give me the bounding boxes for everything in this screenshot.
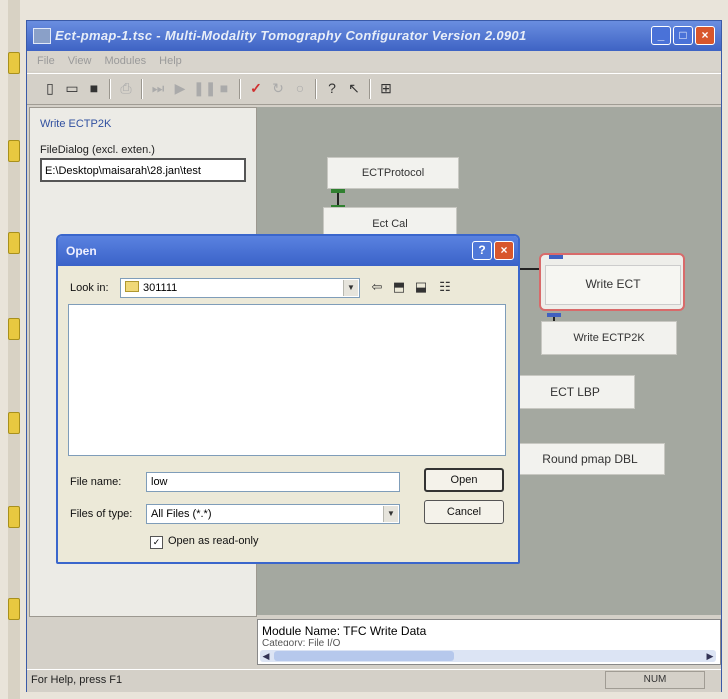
binder-ring [8,52,20,74]
minimize-button[interactable]: _ [651,26,671,45]
file-name-input[interactable]: low [146,472,400,492]
input-port[interactable] [549,255,563,259]
dialog-close-button[interactable]: × [494,241,514,260]
menu-help[interactable]: Help [159,55,182,67]
up-folder-icon[interactable]: ⬒ [390,278,408,296]
look-in-label: Look in: [70,282,109,294]
module-name-text: Module Name: TFC Write Data [262,624,427,638]
new-folder-icon[interactable]: ⬓ [412,278,430,296]
read-only-checkbox[interactable]: ✓ [150,536,163,549]
menu-file[interactable]: File [37,55,55,67]
module-round-pmap[interactable]: Round pmap DBL [515,443,665,475]
module-write-ectp2k[interactable]: Write ECTP2K [541,321,677,355]
menu-bar: File View Modules Help [27,51,721,71]
cancel-button[interactable]: Cancel [424,500,504,524]
print-icon[interactable]: ⎙ [117,79,135,97]
circle-icon[interactable]: ○ [291,79,309,97]
dialog-title-bar[interactable]: Open ? × [58,236,518,266]
folder-icon [125,281,139,292]
open-folder-icon[interactable]: ▭ [63,79,81,97]
menu-view[interactable]: View [68,55,92,67]
new-file-icon[interactable]: ▯ [41,79,59,97]
save-icon[interactable]: ■ [85,79,103,97]
module-write-ect-highlight[interactable]: Write ECT [539,253,685,311]
module-write-ect[interactable]: Write ECT [545,265,681,305]
play-icon[interactable]: ▶ [171,79,189,97]
module-info-box: Module Name: TFC Write Data Category: Fi… [257,619,721,665]
stop-icon[interactable]: ■ [215,79,233,97]
scroll-left-icon[interactable]: ◀ [260,650,272,662]
dialog-title: Open [66,244,97,258]
binder-ring [8,140,20,162]
num-lock-indicator: NUM [605,671,705,689]
grid-icon[interactable]: ⊞ [377,79,395,97]
app-icon [33,28,51,44]
step-icon[interactable]: ⏭ [149,79,167,97]
file-name-label: File name: [70,476,122,488]
files-of-type-combo[interactable]: All Files (*.*) ▼ [146,504,400,524]
file-list[interactable] [68,304,506,456]
chevron-down-icon[interactable]: ▼ [343,280,358,296]
view-menu-icon[interactable]: ☷ [436,278,454,296]
module-ect-lbp[interactable]: ECT LBP [515,375,635,409]
binder-ring [8,412,20,434]
dialog-help-button[interactable]: ? [472,241,492,260]
files-of-type-value: All Files (*.*) [151,508,212,520]
check-icon[interactable]: ✓ [247,79,265,97]
horizontal-scrollbar[interactable]: ◀ ▶ [260,650,716,662]
open-button[interactable]: Open [424,468,504,492]
window-title: Ect-pmap-1.tsc - Multi-Modality Tomograp… [55,28,527,43]
binder-ring [8,318,20,340]
field-label: FileDialog (excl. exten.) [40,144,155,156]
panel-title: Write ECTP2K [40,118,112,130]
binder-ring [8,506,20,528]
refresh-icon[interactable]: ↻ [269,79,287,97]
status-bar: For Help, press F1 NUM [27,669,721,692]
toolbar: ▯ ▭ ■ ⎙ ⏭ ▶ ❚❚ ■ ✓ ↻ ○ ? ↖ ⊞ [27,73,721,105]
filedialog-field[interactable]: E:\Desktop\maisarah\28.jan\test [40,158,246,182]
binder-ring [8,598,20,620]
title-bar[interactable]: Ect-pmap-1.tsc - Multi-Modality Tomograp… [27,21,721,51]
read-only-label: Open as read-only [168,535,259,547]
binder-edge [8,0,20,699]
info-icon[interactable]: ? [323,79,341,97]
pause-icon[interactable]: ❚❚ [193,79,216,97]
status-help-text: For Help, press F1 [31,674,123,686]
menu-modules[interactable]: Modules [105,55,147,67]
scroll-thumb[interactable] [274,651,454,661]
open-dialog: Open ? × Look in: 301111 ▼ ⇦ ⬒ ⬓ ☷ File … [56,234,520,564]
context-help-icon[interactable]: ↖ [345,79,363,97]
close-button[interactable]: × [695,26,715,45]
module-ect-protocol[interactable]: ECTProtocol [327,157,459,189]
scroll-right-icon[interactable]: ▶ [704,650,716,662]
binder-ring [8,232,20,254]
files-of-type-label: Files of type: [70,508,133,520]
look-in-combo[interactable]: 301111 ▼ [120,278,360,298]
back-icon[interactable]: ⇦ [368,278,386,296]
maximize-button[interactable]: □ [673,26,693,45]
chevron-down-icon[interactable]: ▼ [383,506,398,522]
category-text: Category: File I/O [262,638,341,646]
look-in-value: 301111 [143,282,178,294]
